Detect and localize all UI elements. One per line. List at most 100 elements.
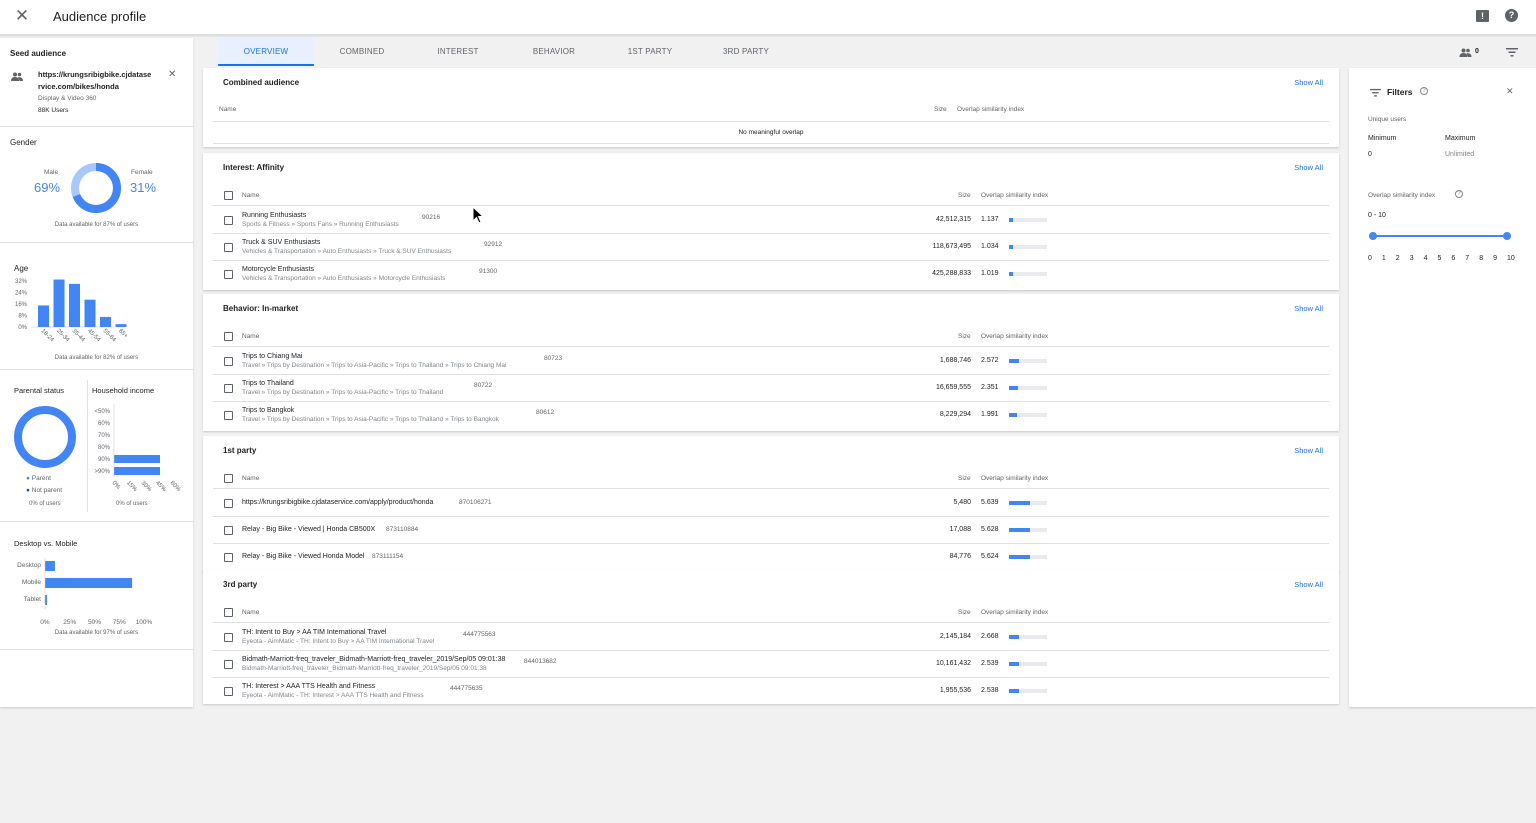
slider-tick-label: 10	[1507, 255, 1515, 262]
filters-title: Filters	[1387, 87, 1413, 97]
top-bar: ✕ Audience profile ! ?	[0, 0, 1536, 35]
filters-help-icon[interactable]: ?	[1420, 87, 1428, 95]
age-tick-label: 8%	[18, 314, 27, 320]
select-all-checkbox[interactable]	[224, 474, 233, 483]
row-checkbox[interactable]	[224, 243, 233, 252]
row-path: Eyeota - AimMatic - TH: Interest > AAA T…	[242, 692, 424, 699]
osi-bar	[1009, 555, 1047, 559]
income-note: 0% of users	[116, 501, 148, 507]
osi-range: 0 - 10	[1368, 212, 1386, 219]
row-name: Relay - Big Bike - Viewed | Honda CB500X	[242, 526, 376, 533]
income-heading: Household income	[92, 386, 155, 395]
row-checkbox[interactable]	[224, 357, 233, 366]
empty-state: No meaningful overlap	[213, 122, 1329, 144]
show-all-link[interactable]: Show All	[1294, 446, 1323, 455]
tab-combined[interactable]: COMBINED	[314, 38, 410, 66]
age-category-label: 45-54	[86, 328, 102, 344]
table-row[interactable]: Truck & SUV Enthusiasts Vehicles & Transp…	[213, 234, 1329, 261]
close-filters-icon[interactable]: ✕	[1506, 86, 1514, 97]
table-row[interactable]: Trips to Bangkok Travel » Trips by Destin…	[213, 402, 1329, 429]
osi-slider-min-handle[interactable]	[1369, 232, 1377, 240]
people-count-icon[interactable]	[1459, 48, 1472, 57]
table-header: Name Size Overlap similarity index	[213, 186, 1329, 206]
table-row[interactable]: TH: Intent to Buy > AA TIM International…	[213, 624, 1329, 651]
show-all-link[interactable]: Show All	[1294, 580, 1323, 589]
osi-bar-fill	[1009, 662, 1019, 666]
col-size: Size	[958, 333, 971, 340]
osi-help-icon[interactable]: ?	[1455, 190, 1463, 198]
col-osi: Overlap similarity index	[981, 475, 1049, 482]
row-checkbox[interactable]	[224, 499, 233, 508]
table-row[interactable]: TH: Interest > AAA TTS Health and Fitnes…	[213, 678, 1329, 705]
minimum-input[interactable]: 0	[1368, 151, 1428, 158]
table-row[interactable]: Motorcycle Enthusiasts Vehicles & Transpo…	[213, 261, 1329, 288]
row-checkbox[interactable]	[224, 411, 233, 420]
col-size: Size	[934, 106, 947, 113]
filter-list-icon[interactable]	[1506, 47, 1518, 57]
row-checkbox[interactable]	[224, 270, 233, 279]
age-tick-label: 0%	[18, 325, 27, 331]
show-all-link[interactable]: Show All	[1294, 163, 1323, 172]
table-row[interactable]: https://krungsribigbike.cjdataservice.co…	[213, 490, 1329, 517]
osi-bar-fill	[1009, 528, 1030, 532]
osi-slider-track[interactable]	[1373, 235, 1507, 237]
device-category-label: Desktop	[17, 562, 41, 569]
table-row[interactable]: Running Enthusiasts Sports & Fitness » Sp…	[213, 207, 1329, 234]
filter-icon	[1370, 88, 1381, 97]
row-path: Vehicles & Transportation » Auto Enthusi…	[242, 275, 446, 282]
osi-bar	[1009, 386, 1047, 390]
device-tick-label: 25%	[63, 619, 76, 624]
row-checkbox[interactable]	[224, 660, 233, 669]
tab-behavior[interactable]: BEHAVIOR	[506, 38, 602, 66]
legend-parent: ● Parent	[26, 475, 51, 482]
device-tick-label: 100%	[136, 619, 153, 624]
table-row[interactable]: Trips to Thailand Travel » Trips by Desti…	[213, 375, 1329, 402]
table-row[interactable]: Relay - Big Bike - Viewed Honda Model 873…	[213, 544, 1329, 571]
row-name: Bidmath-Marriott-freq_traveler_Bidmath-M…	[242, 656, 506, 663]
age-category-label: 55-64	[102, 328, 118, 344]
device-chart: Desktop Mobile Tablet 0% 25% 50% 75% 100%	[17, 558, 153, 624]
col-name: Name	[242, 192, 260, 199]
select-all-checkbox[interactable]	[224, 608, 233, 617]
table-row[interactable]: Bidmath-Marriott-freq_traveler_Bidmath-M…	[213, 651, 1329, 678]
device-bar	[45, 595, 47, 605]
help-icon[interactable]: ?	[1505, 9, 1518, 22]
tab-interest[interactable]: INTEREST	[410, 38, 506, 66]
female-label: Female	[131, 169, 153, 176]
gender-section: Gender Male 69% Female 31% Data availabl…	[0, 127, 193, 243]
osi-slider-max-handle[interactable]	[1503, 232, 1511, 240]
seed-audience-section: Seed audience https://krungsribigbike.cj…	[0, 38, 193, 127]
remove-seed-icon[interactable]: ✕	[168, 69, 176, 80]
select-all-checkbox[interactable]	[224, 191, 233, 200]
select-all-checkbox[interactable]	[224, 332, 233, 341]
show-all-link[interactable]: Show All	[1294, 78, 1323, 87]
row-checkbox[interactable]	[224, 216, 233, 225]
slider-tick-label: 3	[1409, 255, 1414, 262]
age-category-label: 65+	[117, 328, 129, 340]
age-heading: Age	[14, 264, 29, 273]
seed-audience-heading: Seed audience	[10, 49, 67, 58]
row-id: 80723	[544, 355, 563, 362]
tab-overview[interactable]: OVERVIEW	[218, 38, 314, 66]
filters-panel: Filters ? ✕ Unique users Minimum Maximum…	[1349, 68, 1536, 707]
osi-bar-fill	[1009, 555, 1030, 559]
row-checkbox[interactable]	[224, 526, 233, 535]
row-osi: 2.668	[981, 633, 999, 640]
maximum-input[interactable]: Unlimited	[1445, 151, 1515, 158]
tab-3rd-party[interactable]: 3RD PARTY	[698, 38, 794, 66]
row-size: 16,659,555	[935, 384, 971, 391]
osi-bar-fill	[1009, 689, 1019, 693]
close-icon[interactable]: ✕	[14, 7, 30, 24]
row-osi: 1.137	[981, 216, 999, 223]
osi-bar	[1009, 635, 1047, 639]
row-checkbox[interactable]	[224, 553, 233, 562]
row-name: Truck & SUV Enthusiasts	[242, 239, 321, 246]
table-row[interactable]: Relay - Big Bike - Viewed | Honda CB500X…	[213, 517, 1329, 544]
row-checkbox[interactable]	[224, 687, 233, 696]
tab-1st-party[interactable]: 1ST PARTY	[602, 38, 698, 66]
row-checkbox[interactable]	[224, 384, 233, 393]
show-all-link[interactable]: Show All	[1294, 304, 1323, 313]
row-checkbox[interactable]	[224, 633, 233, 642]
feedback-icon[interactable]: !	[1476, 10, 1489, 22]
table-row[interactable]: Trips to Chiang Mai Travel » Trips by Des…	[213, 348, 1329, 375]
